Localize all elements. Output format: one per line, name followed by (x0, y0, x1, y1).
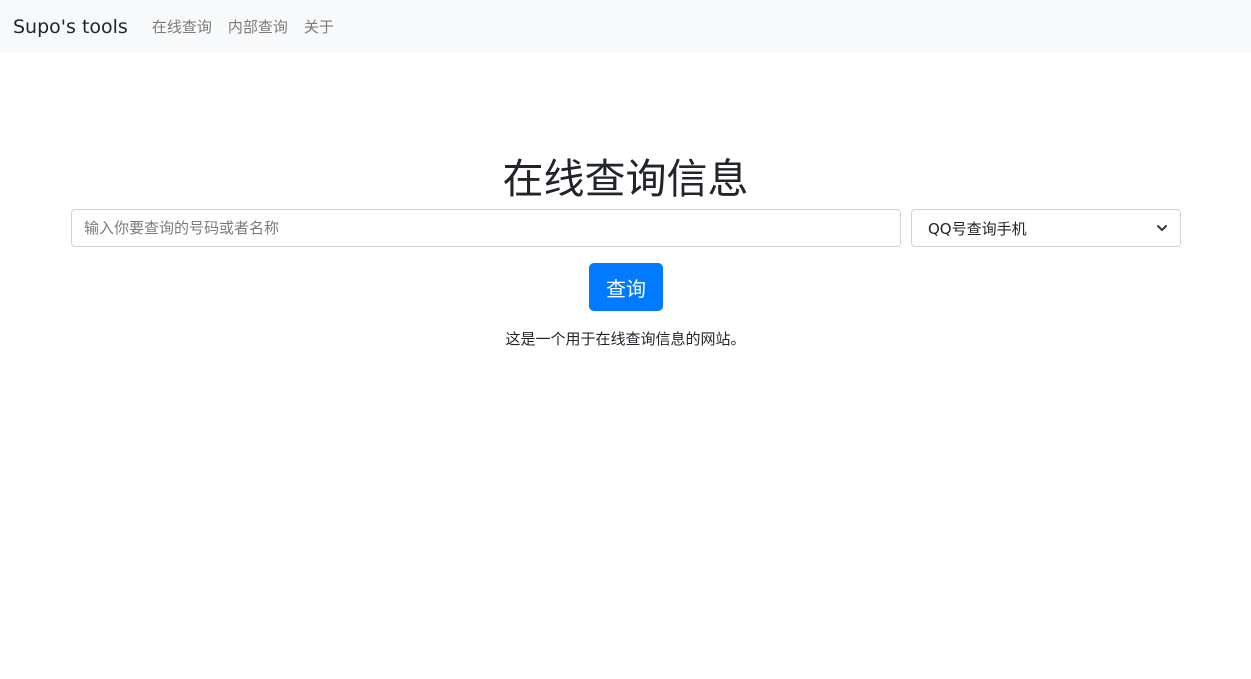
page-title: 在线查询信息 (502, 155, 749, 203)
nav-link-internal-query[interactable]: 内部查询 (228, 16, 288, 37)
query-type-selected-value: QQ号查询手机 (928, 219, 1027, 238)
chevron-down-icon (1157, 225, 1167, 231)
query-button[interactable]: 查询 (589, 263, 663, 311)
top-navbar: Supo's tools 在线查询 内部查询 关于 (0, 0, 1251, 53)
site-description: 这是一个用于在线查询信息的网站。 (505, 330, 746, 348)
nav-link-about[interactable]: 关于 (304, 16, 334, 37)
search-input[interactable] (71, 209, 901, 247)
query-type-select[interactable]: QQ号查询手机 (911, 209, 1181, 247)
brand-link[interactable]: Supo's tools (13, 16, 128, 38)
nav-link-online-query[interactable]: 在线查询 (152, 16, 212, 37)
